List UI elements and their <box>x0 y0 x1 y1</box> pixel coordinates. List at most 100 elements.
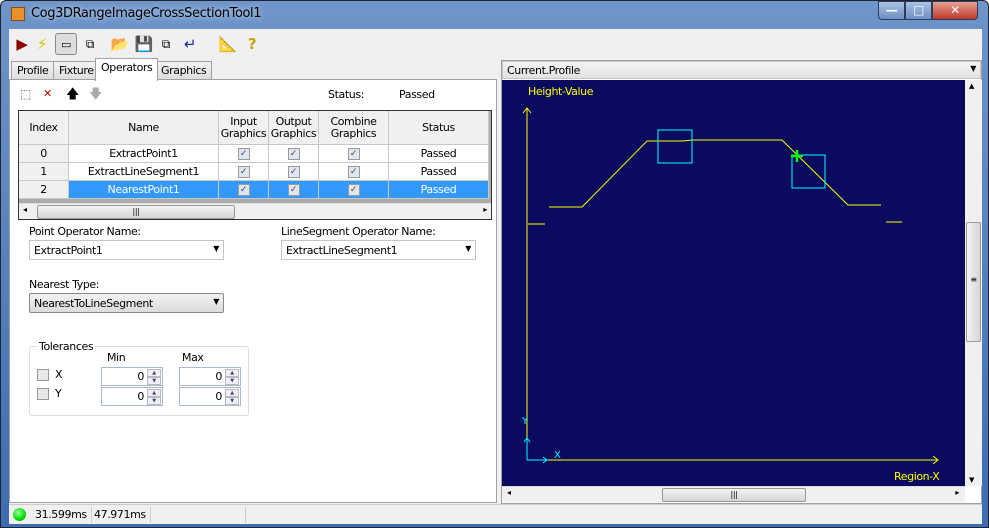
column-header-combine-graphics[interactable]: Combine Graphics <box>319 111 389 145</box>
tolerance-y-min-input[interactable]: 0 ▲ ▼ <box>101 387 163 406</box>
tolerance-x-label: X <box>55 368 63 381</box>
open-icon[interactable]: 📂 <box>109 33 131 55</box>
combine-graphics-cell[interactable]: ✓ <box>319 181 389 199</box>
display-selector-value: Current.Profile <box>507 64 581 77</box>
checkbox[interactable]: ✓ <box>287 147 300 160</box>
nearest-type-label: Nearest Type: <box>29 278 100 291</box>
move-down-icon[interactable]: 🡇 <box>89 85 102 107</box>
checkbox[interactable]: ✓ <box>287 165 300 178</box>
spin-down-icon[interactable]: ▼ <box>225 397 239 405</box>
x-marker-label: X <box>554 450 561 461</box>
spin-up-icon[interactable]: ▲ <box>225 389 239 397</box>
checkbox[interactable]: ✓ <box>237 183 250 196</box>
checkbox[interactable]: ✓ <box>347 183 360 196</box>
index-cell[interactable]: 0 <box>19 145 69 163</box>
column-header-index[interactable]: Index <box>19 111 69 145</box>
nearest-type-value: NearestToLineSegment <box>34 297 153 310</box>
delete-icon[interactable]: ✕ <box>43 87 52 100</box>
title-bar: Cog3DRangeImageCrossSectionTool1 — □ ✕ <box>1 1 988 27</box>
point-operator-dropdown[interactable]: ExtractPoint1 ▼ <box>29 240 224 260</box>
input-graphics-cell[interactable]: ✓ <box>219 181 269 199</box>
minimize-button[interactable]: — <box>878 1 905 20</box>
checkbox[interactable]: ✓ <box>347 147 360 160</box>
checkbox[interactable]: ✓ <box>237 147 250 160</box>
index-cell[interactable]: 1 <box>19 163 69 181</box>
value: 0 <box>215 370 222 383</box>
input-graphics-cell[interactable]: ✓ <box>219 145 269 163</box>
display-selector-dropdown[interactable]: Current.Profile ▼ <box>502 61 981 79</box>
input-graphics-cell[interactable]: ✓ <box>219 163 269 181</box>
name-cell[interactable]: ExtractPoint1 <box>69 145 219 163</box>
checkbox[interactable]: ✓ <box>237 165 250 178</box>
save-icon[interactable]: 💾 <box>133 33 155 55</box>
app-window: Cog3DRangeImageCrossSectionTool1 — □ ✕ ▶… <box>0 0 989 528</box>
output-graphics-cell[interactable]: ✓ <box>269 145 319 163</box>
checkbox[interactable]: ✓ <box>347 165 360 178</box>
spin-up-icon[interactable]: ▲ <box>225 369 239 377</box>
checkbox[interactable]: ✓ <box>287 183 300 196</box>
y-axis-label: Height-Value <box>528 85 594 98</box>
float-icon[interactable]: ⧉ <box>79 33 101 55</box>
column-header-status[interactable]: Status <box>389 111 489 145</box>
spin-down-icon[interactable]: ▼ <box>147 397 161 405</box>
name-cell[interactable]: ExtractLineSegment1 <box>69 163 219 181</box>
line-operator-label: LineSegment Operator Name: <box>281 225 436 238</box>
spin-down-icon[interactable]: ▼ <box>225 377 239 385</box>
show-grid-icon[interactable]: ▭ <box>55 33 77 55</box>
column-header-output-graphics[interactable]: Output Graphics <box>269 111 319 145</box>
scrollbar-thumb[interactable]: ||| <box>662 488 806 502</box>
name-cell[interactable]: NearestPoint1 <box>69 181 219 199</box>
scrollbar-thumb[interactable]: ||| <box>37 205 235 219</box>
save-as-icon[interactable]: ⧉ <box>155 33 177 55</box>
tolerances-group: Tolerances Min Max X Y 0 ▲ ▼ 0 ▲ ▼ 0 ▲ ▼ 0 ▲ ▼ <box>29 340 249 416</box>
move-up-icon[interactable]: 🡅 <box>66 85 79 107</box>
output-graphics-cell[interactable]: ✓ <box>269 181 319 199</box>
nearest-type-dropdown[interactable]: NearestToLineSegment ▼ <box>29 293 224 313</box>
min-label: Min <box>107 351 126 364</box>
line-operator-dropdown[interactable]: ExtractLineSegment1 ▼ <box>281 240 476 260</box>
spin-up-icon[interactable]: ▲ <box>147 369 161 377</box>
index-cell[interactable]: 2 <box>19 181 69 199</box>
status-cell[interactable]: Passed <box>389 181 489 199</box>
display-vertical-scrollbar[interactable]: ▲ ≡ ▼ <box>965 80 982 486</box>
reset-icon[interactable]: ↵ <box>179 33 201 55</box>
tab-operators[interactable]: Operators <box>95 58 159 81</box>
add-operator-icon[interactable]: ⬚ <box>20 87 31 101</box>
close-button[interactable]: ✕ <box>932 1 978 20</box>
max-label: Max <box>182 351 204 364</box>
combine-graphics-cell[interactable]: ✓ <box>319 145 389 163</box>
spin-down-icon[interactable]: ▼ <box>147 377 161 385</box>
output-graphics-cell[interactable]: ✓ <box>269 163 319 181</box>
spin-up-icon[interactable]: ▲ <box>147 389 161 397</box>
tab-graphics[interactable]: Graphics <box>155 61 213 80</box>
chevron-down-icon: ▼ <box>213 297 219 306</box>
status-cell[interactable]: Passed <box>389 163 489 181</box>
scrollbar-thumb[interactable]: ≡ <box>966 222 981 342</box>
tolerance-y-max-input[interactable]: 0 ▲ ▼ <box>179 387 241 406</box>
ruler-icon[interactable]: 📐 <box>217 33 239 55</box>
combine-graphics-cell[interactable]: ✓ <box>319 163 389 181</box>
line-operator-value: ExtractLineSegment1 <box>286 244 398 257</box>
tolerance-y-label: Y <box>55 387 62 400</box>
status-cell[interactable]: Passed <box>389 145 489 163</box>
grid-horizontal-scrollbar[interactable]: ◂ ||| ▸ <box>19 203 491 219</box>
tolerance-x-checkbox[interactable] <box>37 369 49 381</box>
tolerance-x-max-input[interactable]: 0 ▲ ▼ <box>179 367 241 386</box>
operators-grid: Index Name Input Graphics Output Graphic… <box>18 110 492 220</box>
profile-display[interactable]: Height-Value Region-X Y X <box>502 80 965 486</box>
point-operator-value: ExtractPoint1 <box>34 244 103 257</box>
maximize-button[interactable]: □ <box>905 1 932 20</box>
column-header-input-graphics[interactable]: Input Graphics <box>219 111 269 145</box>
display-horizontal-scrollbar[interactable]: ◂ ||| ▸ <box>502 486 965 502</box>
column-header-name[interactable]: Name <box>69 111 219 145</box>
help-icon[interactable]: ? <box>241 33 263 55</box>
value: 0 <box>137 390 144 403</box>
status-label: Status: <box>328 88 364 101</box>
electric-icon[interactable]: ⚡ <box>31 33 53 55</box>
tolerance-x-min-input[interactable]: 0 ▲ ▼ <box>101 367 163 386</box>
tab-fixture[interactable]: Fixture <box>53 61 100 80</box>
client-area: ▶ ⚡ ▭ ⧉ 📂 💾 ⧉ ↵ 📐 ? Profile Fixture Oper… <box>9 29 982 524</box>
tab-profile[interactable]: Profile <box>11 61 55 80</box>
tolerance-y-checkbox[interactable] <box>37 388 49 400</box>
run-icon[interactable]: ▶ <box>11 33 33 55</box>
